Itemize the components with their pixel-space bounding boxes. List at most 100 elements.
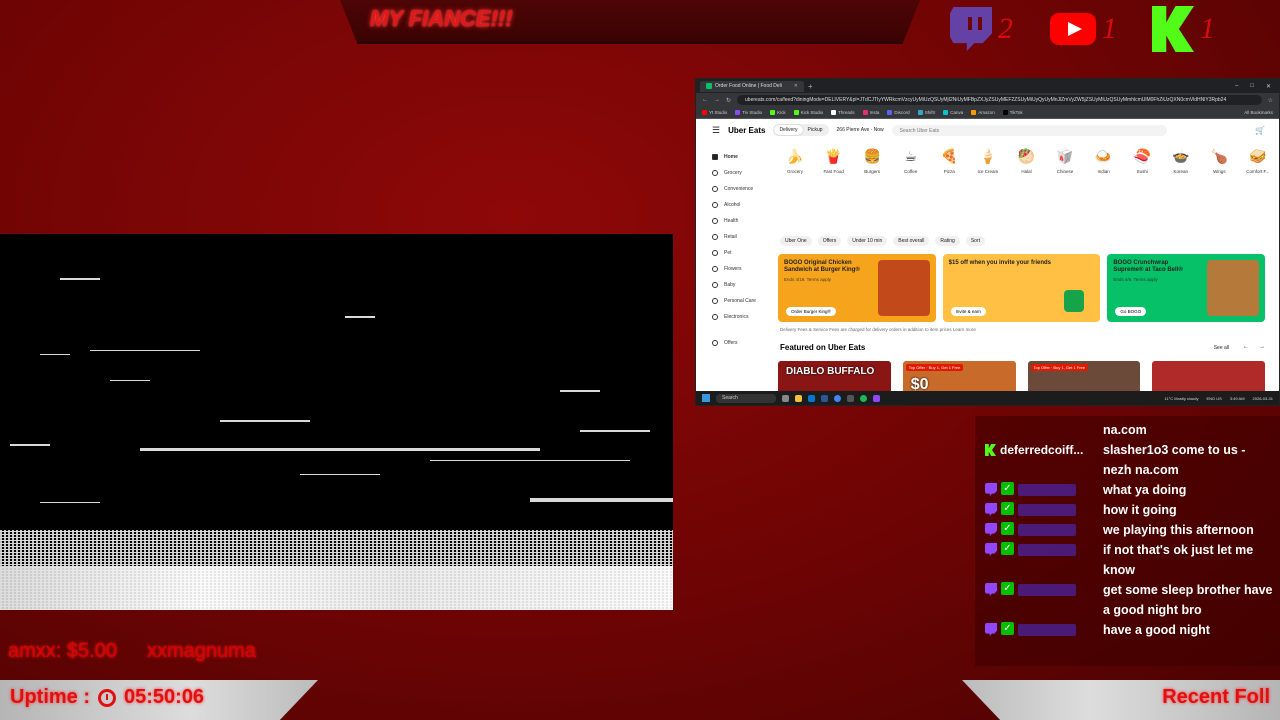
next-arrow-icon[interactable]: → — [1259, 344, 1265, 350]
category-coffee[interactable]: ☕ Coffee — [894, 149, 928, 181]
sidebar-item-grocery[interactable]: Grocery — [704, 165, 774, 181]
cart-icon[interactable]: 🛒 — [1255, 126, 1265, 135]
glitch-line — [220, 420, 310, 422]
app-icon[interactable] — [873, 394, 880, 402]
promo-button[interactable]: Invite & earn — [950, 307, 986, 316]
search-input[interactable]: Search Uber Eats — [891, 124, 1167, 136]
pickup-tab[interactable]: Pickup — [803, 125, 828, 135]
chat-username — [1018, 624, 1076, 636]
sidebar-item-health[interactable]: Health — [704, 213, 774, 229]
banana-icon: 🍌 — [786, 149, 804, 165]
weather-widget[interactable]: 11°C Mostly cloudy — [1165, 396, 1199, 401]
maximize-icon[interactable]: □ — [1250, 83, 1254, 90]
category-grocery[interactable]: 🍌 Grocery — [778, 149, 812, 181]
sidebar-item-alcohol[interactable]: Alcohol — [704, 197, 774, 213]
category-burgers[interactable]: 🍔 Burgers — [855, 149, 889, 181]
bookmark-item[interactable]: Kick Studio — [793, 110, 823, 116]
taskbar-search[interactable]: Search — [716, 393, 776, 403]
bookmark-item[interactable]: Amazon — [971, 110, 995, 116]
bookmark-item[interactable]: Insta — [862, 110, 879, 116]
promo-card-taco-bell[interactable]: BOGO Crunchwrap Supreme® at Taco Bell® E… — [1107, 254, 1266, 322]
bookmark-item[interactable]: Tiv Studio — [735, 110, 762, 116]
back-icon[interactable]: ← — [702, 97, 708, 103]
see-all-link[interactable]: See all — [1214, 345, 1229, 351]
delivery-tab[interactable]: Delivery — [774, 125, 803, 135]
wings-icon: 🍗 — [1210, 149, 1229, 165]
url-input[interactable]: ubereats.com/ca/feed?diningMode=DELIVERY… — [737, 95, 1262, 105]
windows-start-icon[interactable] — [702, 394, 710, 402]
task-view-icon[interactable] — [782, 394, 789, 402]
sidebar-item-baby[interactable]: Baby — [704, 277, 774, 293]
bookmark-item[interactable]: Threads — [831, 110, 855, 116]
category-chinese[interactable]: 🥡 Chinese — [1048, 149, 1082, 181]
pizza-icon: 🍕 — [940, 149, 959, 165]
clock-time[interactable]: 3:49 AM — [1230, 396, 1245, 401]
close-icon[interactable]: ✕ — [794, 83, 798, 89]
spotify-icon[interactable] — [860, 394, 867, 402]
category-fast-food[interactable]: 🍟 Fast Food — [817, 149, 851, 181]
prev-arrow-icon[interactable]: ← — [1243, 344, 1249, 350]
promo-image — [877, 260, 930, 316]
filter-rating[interactable]: Rating — [935, 236, 960, 246]
fries-icon: 🍟 — [824, 149, 843, 165]
filter-under-10-min[interactable]: Under 10 min — [847, 236, 888, 246]
category-pizza[interactable]: 🍕 Pizza — [932, 149, 966, 181]
bookmark-item[interactable]: Shiftr — [917, 110, 935, 116]
promo-card-burger-king[interactable]: BOGO Original Chicken Sandwich at Burger… — [778, 254, 936, 322]
promo-button[interactable]: Order Burger King® — [786, 307, 836, 316]
reload-icon[interactable]: ↻ — [726, 97, 731, 104]
checkmark-badge-icon: ✓ — [1001, 522, 1014, 535]
new-tab-icon[interactable]: + — [808, 82, 813, 91]
sidebar-item-convenience[interactable]: Convenience — [704, 181, 774, 197]
promo-image — [1207, 260, 1260, 316]
checkmark-badge-icon: ✓ — [1001, 582, 1014, 595]
bookmark-item[interactable]: Canva — [943, 110, 963, 116]
browser-tab[interactable]: Order Food Online | Food Deli ✕ — [700, 80, 804, 92]
word-icon[interactable] — [821, 394, 828, 402]
bookmark-item[interactable]: All Bookmarks — [1244, 110, 1273, 115]
category-comfort-food[interactable]: 🥪 Comfort F... — [1241, 149, 1275, 181]
sidebar-item-home[interactable]: Home — [704, 149, 774, 165]
bookmark-item[interactable]: Yt Studio — [702, 110, 727, 116]
bookmark-item[interactable]: TikTok — [1002, 110, 1023, 116]
category-ice-cream[interactable]: 🍦 Ice Cream — [971, 149, 1005, 181]
sidebar-item-retail[interactable]: Retail — [704, 229, 774, 245]
promo-card-invite[interactable]: $15 off when you invite your friends Inv… — [942, 254, 1101, 322]
sidebar-item-pet[interactable]: Pet — [704, 245, 774, 261]
minimize-icon[interactable]: – — [1235, 83, 1238, 90]
checkmark-badge-icon: ✓ — [1001, 622, 1014, 635]
kick-count: 1 — [1200, 12, 1215, 45]
file-explorer-icon[interactable] — [795, 394, 802, 402]
chrome-icon[interactable] — [834, 394, 841, 402]
glitch-line — [300, 474, 380, 475]
promo-button[interactable]: Go BOGO — [1115, 307, 1147, 316]
category-indian[interactable]: 🍛 Indian — [1087, 149, 1121, 181]
obs-icon[interactable] — [847, 394, 854, 402]
sidebar-item-electronics[interactable]: Electronics — [704, 309, 774, 325]
bowl-icon: 🍲 — [1172, 149, 1190, 165]
hamburger-menu-icon[interactable]: ☰ — [712, 125, 720, 136]
star-icon[interactable]: ☆ — [1268, 97, 1273, 104]
bookmark-item[interactable]: Discord — [887, 110, 910, 116]
category-wings[interactable]: 🍗 Wings — [1202, 149, 1236, 181]
clock-date[interactable]: 2026-03-31 — [1253, 396, 1273, 401]
filter-uber-one[interactable]: Uber One — [780, 236, 812, 246]
filter-sort[interactable]: Sort — [965, 236, 985, 246]
ubereats-logo[interactable]: Uber Eats — [728, 126, 765, 135]
filter-best-overall[interactable]: Best overall — [893, 236, 930, 246]
checkmark-badge-icon: ✓ — [1001, 502, 1014, 515]
kick-icon — [1152, 6, 1194, 52]
store-icon[interactable] — [808, 394, 815, 402]
category-sushi[interactable]: 🍣 Sushi — [1125, 149, 1159, 181]
category-korean[interactable]: 🍲 Korean — [1164, 149, 1198, 181]
sidebar-item-offers[interactable]: Offers — [704, 335, 774, 351]
sidebar-item-flowers[interactable]: Flowers — [704, 261, 774, 277]
close-window-icon[interactable]: ✕ — [1266, 83, 1271, 90]
address-selector[interactable]: 266 Pierre Ave · Now — [837, 127, 884, 133]
category-halal[interactable]: 🥙 Halal — [1009, 149, 1043, 181]
language-indicator[interactable]: ENG US — [1207, 396, 1222, 401]
forward-icon[interactable]: → — [714, 97, 720, 103]
filter-offers[interactable]: Offers — [817, 236, 842, 246]
sidebar-item-personal-care[interactable]: Personal Care — [704, 293, 774, 309]
bookmark-item[interactable]: Kick — [770, 110, 786, 116]
